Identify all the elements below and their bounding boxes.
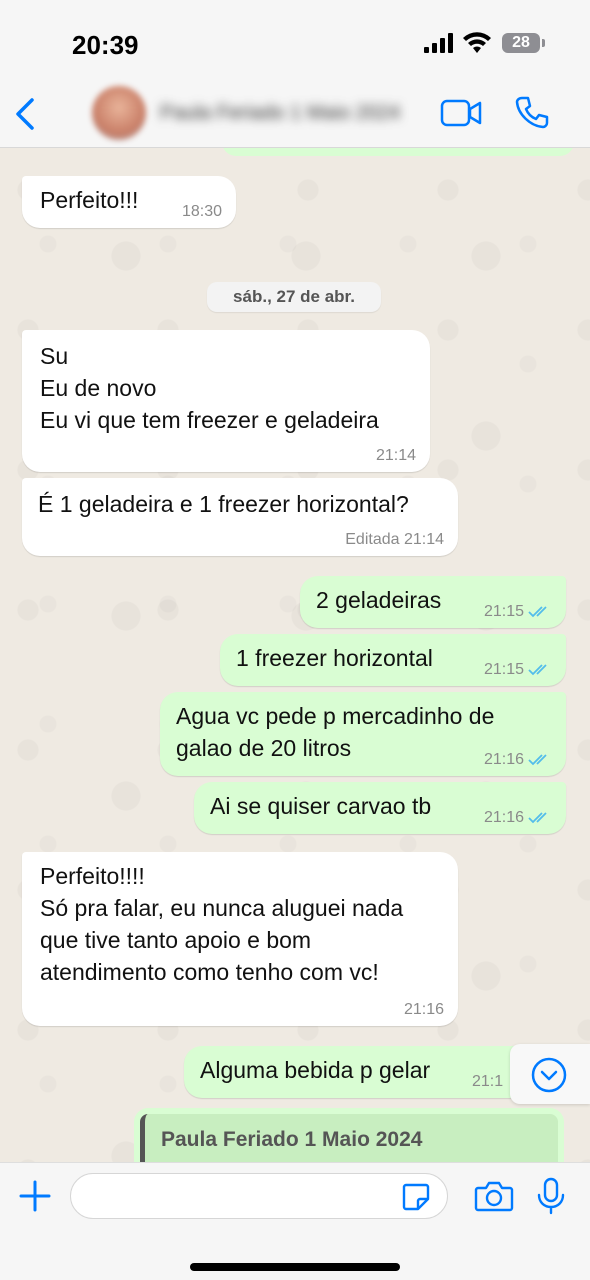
message-input[interactable] — [70, 1173, 448, 1219]
message-text: Su Eu de novo Eu vi que tem freezer e ge… — [40, 343, 379, 433]
phone-icon[interactable] — [514, 94, 550, 130]
battery-icon: 28 — [502, 33, 545, 53]
contact-name[interactable]: Paula Feriado 1 Maio 2024 — [160, 102, 400, 125]
message-text: Perfeito!!! — [40, 187, 139, 213]
message-outgoing[interactable]: Alguma bebida p gelar 21:1 — [184, 1046, 566, 1098]
read-receipt-icon — [528, 606, 547, 618]
quoted-author: Paula Feriado 1 Maio 2024 — [161, 1128, 423, 1151]
message-outgoing-reply[interactable]: Paula Feriado 1 Maio 2024 — [134, 1108, 564, 1162]
message-meta: 21:15 — [484, 660, 552, 680]
read-receipt-icon — [528, 754, 547, 766]
message-text: Alguma bebida p gelar — [200, 1057, 431, 1083]
sticker-icon[interactable] — [400, 1181, 432, 1213]
message-outgoing[interactable]: Agua vc pede p mercadinho de galao de 20… — [160, 692, 566, 776]
message-meta: 21:14 — [376, 446, 416, 466]
message-time: 21:15 — [483, 661, 524, 678]
message-time: 21:14 — [375, 447, 416, 464]
microphone-icon[interactable] — [536, 1177, 566, 1215]
message-text: Ai se quiser carvao tb — [210, 793, 432, 819]
status-time: 20:39 — [72, 30, 139, 60]
scroll-to-bottom-button[interactable] — [510, 1044, 590, 1104]
message-meta: 21:15 — [484, 602, 552, 622]
message-incoming[interactable]: Perfeito!!! 18:30 — [22, 176, 236, 228]
camera-icon[interactable] — [474, 1179, 514, 1213]
message-meta: 18:30 — [182, 202, 222, 222]
message-time: 18:30 — [181, 203, 222, 220]
avatar[interactable] — [92, 86, 146, 140]
back-button[interactable] — [10, 92, 40, 136]
video-call-icon[interactable] — [440, 96, 482, 130]
read-receipt-icon — [528, 664, 547, 676]
message-outgoing[interactable]: 2 geladeiras 21:15 — [300, 576, 566, 628]
message-incoming[interactable]: Su Eu de novo Eu vi que tem freezer e ge… — [22, 330, 430, 472]
message-outgoing[interactable]: 1 freezer horizontal 21:15 — [220, 634, 566, 686]
message-time: 21:15 — [483, 603, 524, 620]
home-indicator — [190, 1263, 400, 1271]
previous-message-bubble — [222, 148, 574, 156]
message-meta: 21:16 — [484, 750, 552, 770]
date-separator: sáb., 27 de abr. — [207, 282, 381, 312]
message-text: 2 geladeiras — [316, 587, 442, 613]
message-text: Perfeito!!!! Só pra falar, eu nunca alug… — [40, 863, 404, 985]
composer-bar — [0, 1162, 590, 1280]
message-time: Editada 21:14 — [345, 531, 444, 548]
message-time: 21:16 — [483, 809, 524, 826]
message-meta: Editada 21:14 — [345, 530, 444, 550]
message-time: 21:16 — [483, 751, 524, 768]
message-text: 1 freezer horizontal — [236, 645, 433, 671]
chevron-down-icon — [531, 1057, 567, 1093]
status-bar: 20:39 28 — [0, 0, 590, 80]
message-text: É 1 geladeira e 1 freezer horizontal? — [38, 491, 409, 517]
message-meta: 21:16 — [484, 808, 552, 828]
read-receipt-icon — [528, 812, 547, 824]
message-incoming[interactable]: Perfeito!!!! Só pra falar, eu nunca alug… — [22, 852, 458, 1026]
plus-icon[interactable] — [18, 1179, 52, 1213]
message-meta: 21:1 — [472, 1072, 503, 1092]
message-meta: 21:16 — [404, 1000, 444, 1020]
message-time: 21:1 — [472, 1073, 504, 1090]
quoted-message[interactable]: Paula Feriado 1 Maio 2024 — [140, 1114, 558, 1162]
chat-header: Paula Feriado 1 Maio 2024 — [0, 80, 590, 148]
message-list[interactable]: Perfeito!!! 18:30 sáb., 27 de abr. Su Eu… — [0, 148, 590, 1162]
message-incoming[interactable]: É 1 geladeira e 1 freezer horizontal? Ed… — [22, 478, 458, 556]
message-outgoing[interactable]: Ai se quiser carvao tb 21:16 — [194, 782, 566, 834]
message-text: Agua vc pede p mercadinho de galao de 20… — [176, 703, 495, 761]
message-time: 21:16 — [403, 1001, 444, 1018]
signal-icon — [424, 33, 456, 53]
wifi-icon — [463, 32, 491, 53]
